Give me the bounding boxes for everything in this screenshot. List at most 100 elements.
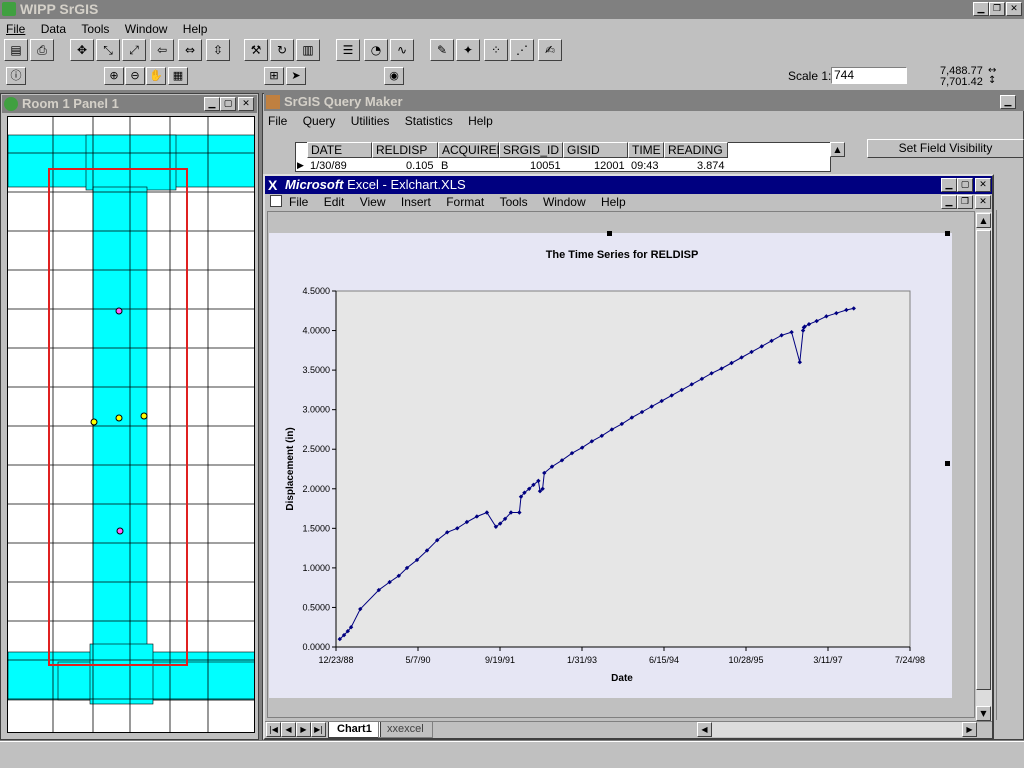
cell-acquired[interactable]: B xyxy=(441,160,448,172)
excel-menu-help[interactable]: Help xyxy=(595,192,632,212)
col-srgis-id[interactable]: SRGIS_ID xyxy=(499,142,563,158)
draw-icon[interactable]: ✎ xyxy=(430,39,454,61)
identify-icon[interactable]: ◉ xyxy=(384,67,404,85)
excel-menu-insert[interactable]: Insert xyxy=(395,192,437,212)
app-close-button[interactable]: ✕ xyxy=(1006,2,1022,16)
cell-reldisp[interactable]: 0.105 xyxy=(406,160,434,172)
gauge-icon[interactable]: ◔ xyxy=(364,39,388,61)
map-title: Room 1 Panel 1 xyxy=(22,96,119,111)
menu-data[interactable]: Data xyxy=(35,19,72,39)
query-menu-statistics[interactable]: Statistics xyxy=(399,111,459,131)
y-tick-label: 4.5000 xyxy=(302,286,330,296)
excel-doc-restore-button[interactable]: ❐ xyxy=(957,195,973,209)
excel-menu-tools[interactable]: Tools xyxy=(494,192,534,212)
edit-icon[interactable]: ✍ xyxy=(538,39,562,61)
previous-view-icon[interactable]: ⇦ xyxy=(150,39,174,61)
menu-window[interactable]: Window xyxy=(119,19,174,39)
excel-doc-minimize-button[interactable]: ▁ xyxy=(941,195,957,209)
query-window-icon xyxy=(266,95,280,109)
vscroll-thumb[interactable] xyxy=(976,230,991,690)
x-tick-label: 6/15/94 xyxy=(649,655,679,665)
query-menu-query[interactable]: Query xyxy=(297,111,342,131)
coord-y: 7,701.42 xyxy=(940,76,983,88)
x-ticks: 12/23/88 5/7/90 9/19/91 1/31/93 6/15/94 10/28… xyxy=(318,647,925,665)
tab-xxexcel[interactable]: xxexcel xyxy=(378,722,433,738)
tab-next-button[interactable]: ▶ xyxy=(296,722,311,737)
vscroll-up[interactable]: ▲ xyxy=(976,213,991,228)
app-minimize-button[interactable]: ▁ xyxy=(973,2,989,16)
menu-tools[interactable]: Tools xyxy=(75,19,115,39)
y-ticks: 0.0000 0.5000 1.0000 1.5000 2.0000 2.5000 3.00… xyxy=(302,286,336,652)
refresh-icon[interactable]: ↻ xyxy=(270,39,294,61)
hand-icon[interactable]: ✋ xyxy=(146,67,166,85)
excel-menu-window[interactable]: Window xyxy=(537,192,592,212)
excel-minimize-button[interactable]: ▁ xyxy=(941,178,957,192)
app-maximize-button[interactable]: ❐ xyxy=(989,2,1005,16)
set-field-visibility-button[interactable]: Set Field Visibility xyxy=(867,139,1024,158)
points-icon[interactable]: ⁘ xyxy=(484,39,508,61)
excel-close-button[interactable]: ✕ xyxy=(975,178,991,192)
direction-icon[interactable]: ⇔ xyxy=(178,39,202,61)
map-minimize-button[interactable]: ▁ xyxy=(204,97,220,111)
vscroll-down[interactable]: ▼ xyxy=(976,706,991,721)
excel-menu-view[interactable]: View xyxy=(354,192,392,212)
excel-menu-file[interactable]: File xyxy=(283,192,314,212)
x-tick-label: 5/7/90 xyxy=(405,655,430,665)
panel-icon[interactable]: ▥ xyxy=(296,39,320,61)
col-reading[interactable]: READING xyxy=(664,142,728,158)
cell-srgis-id[interactable]: 10051 xyxy=(530,160,561,172)
hscroll-left[interactable]: ◀ xyxy=(697,722,712,737)
query-menu-utilities[interactable]: Utilities xyxy=(345,111,396,131)
excel-doc-close-button[interactable]: ✕ xyxy=(975,195,991,209)
select-extent-icon[interactable]: ⊞ xyxy=(264,67,284,85)
col-date[interactable]: DATE xyxy=(307,142,372,158)
info-icon[interactable]: ⓘ xyxy=(6,67,26,85)
zoom-in-extent-icon[interactable]: ⤡ xyxy=(96,39,120,61)
excel-menu-edit[interactable]: Edit xyxy=(318,192,351,212)
col-gisid[interactable]: GISID xyxy=(563,142,628,158)
tab-last-button[interactable]: ▶| xyxy=(311,722,326,737)
hscroll-track[interactable] xyxy=(712,722,962,737)
y-tick-label: 1.5000 xyxy=(302,523,330,533)
abc-icon[interactable]: ∿ xyxy=(390,39,414,61)
zoom-in-icon[interactable]: ⊕ xyxy=(104,67,124,85)
excel-title-brand: Microsoft xyxy=(285,177,344,192)
list-icon[interactable]: ☰ xyxy=(336,39,360,61)
ruler-icon[interactable]: ▦ xyxy=(168,67,188,85)
excel-menu-format[interactable]: Format xyxy=(440,192,490,212)
query-menu-file[interactable]: File xyxy=(262,111,293,131)
cell-date[interactable]: 1/30/89 xyxy=(310,160,347,172)
measure-icon[interactable]: ⋰ xyxy=(510,39,534,61)
cell-reading[interactable]: 3.874 xyxy=(697,160,725,172)
cell-gisid[interactable]: 12001 xyxy=(594,160,625,172)
map-maximize-button[interactable]: ▢ xyxy=(220,97,236,111)
pan-icon[interactable]: ✥ xyxy=(70,39,94,61)
col-time[interactable]: TIME xyxy=(628,142,664,158)
tab-first-button[interactable]: |◀ xyxy=(266,722,281,737)
vertical-icon[interactable]: ⇳ xyxy=(206,39,230,61)
cell-time[interactable]: 09:43 xyxy=(631,160,659,172)
layers-icon[interactable]: ▤ xyxy=(4,39,28,61)
query-minimize-button[interactable]: ▁ xyxy=(1000,95,1016,109)
query-menu-help[interactable]: Help xyxy=(462,111,499,131)
map-close-button[interactable]: ✕ xyxy=(238,97,254,111)
grid-scroll-up[interactable]: ▲ xyxy=(830,142,845,157)
tab-chart1[interactable]: Chart1 xyxy=(328,722,381,738)
menu-file[interactable]: File xyxy=(0,19,31,39)
menu-help[interactable]: Help xyxy=(177,19,214,39)
col-acquired[interactable]: ACQUIRED xyxy=(438,142,505,158)
pointer-icon[interactable]: ➤ xyxy=(286,67,306,85)
map-drawing xyxy=(8,117,254,732)
magic-icon[interactable]: ✦ xyxy=(456,39,480,61)
tab-prev-button[interactable]: ◀ xyxy=(281,722,296,737)
scale-input[interactable]: 744 xyxy=(831,67,907,84)
hscroll-right[interactable]: ▶ xyxy=(962,722,977,737)
hammer-icon[interactable]: ⚒ xyxy=(244,39,268,61)
y-tick-label: 2.5000 xyxy=(302,444,330,454)
col-reldisp[interactable]: RELDISP xyxy=(372,142,438,158)
excel-maximize-button[interactable]: ▢ xyxy=(957,178,973,192)
zoom-out-icon[interactable]: ⊖ xyxy=(125,67,145,85)
zoom-full-icon[interactable]: ⤢ xyxy=(122,39,146,61)
print-icon[interactable]: ⎙ xyxy=(30,39,54,61)
map-canvas[interactable] xyxy=(7,116,255,733)
